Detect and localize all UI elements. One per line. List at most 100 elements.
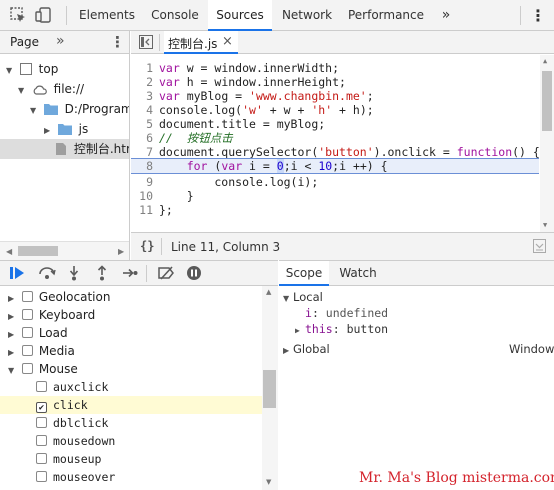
scope-tab-bar: Scope Watch [279,260,554,286]
line-number[interactable]: 5 [131,117,159,131]
scroll-up-icon[interactable]: ▲ [543,57,547,65]
line-number[interactable]: 7 [131,145,159,159]
checkbox[interactable] [36,453,47,464]
scroll-right-icon[interactable]: ▶ [118,247,124,256]
bp-event-auxclick[interactable]: auxclick [0,378,262,396]
code-line: 3 var myBlog = 'www.changbin.me'; [131,89,539,103]
code-area[interactable]: 1 var w = window.innerWidth; 2 var h = win… [131,55,554,260]
toolbar-divider [161,238,162,255]
frame-icon [19,63,32,75]
coverage-icon[interactable] [533,239,546,256]
line-number[interactable]: 9 [131,175,159,189]
resume-icon[interactable] [10,266,26,283]
bp-category-geolocation[interactable]: ▶ Geolocation [0,288,262,306]
scope-var-this[interactable]: ▶ this: button [295,321,388,337]
vertical-scrollbar[interactable]: ▲ ▼ [540,55,554,232]
scope-global[interactable]: ▶ Global [283,341,330,357]
file-tab-active[interactable]: 控制台.js × [164,31,238,54]
tree-item-html-file[interactable]: 控制台.htm [0,139,129,161]
folder-icon [43,101,58,121]
menu-kebab-icon[interactable]: ⋮ [110,33,125,51]
checkbox[interactable] [21,327,33,338]
step-out-icon[interactable] [96,265,108,284]
scrollbar-thumb[interactable] [542,71,552,131]
horizontal-scrollbar[interactable]: ◀ ▶ [0,241,129,260]
inspect-element-icon[interactable] [8,5,28,25]
scrollbar-thumb[interactable] [18,246,58,256]
code-line: 10 } [131,189,539,203]
bp-category-keyboard[interactable]: ▶ Keyboard [0,306,262,324]
tree-label: 控制台.htm [73,142,129,156]
bp-event-dblclick[interactable]: dblclick [0,414,262,432]
line-number[interactable]: 4 [131,103,159,117]
scroll-left-icon[interactable]: ◀ [6,247,12,256]
checkbox[interactable] [36,471,47,482]
event-listener-breakpoints: ▶ Geolocation ▶ Keyboard ▶ Load ▶ Media … [0,286,278,490]
scroll-up-icon[interactable]: ▲ [266,288,271,296]
line-number[interactable]: 2 [131,75,159,89]
watermark-text: Mr. Ma's Blog misterma.com [359,470,554,486]
checkbox[interactable] [21,291,33,302]
code-line: 1 var w = window.innerWidth; [131,61,539,75]
file-navigator: Page » ⋮ ▼ top ▼ file:// ▼ D:/Program% ▶… [0,31,130,260]
scope-label: Global [293,342,330,356]
collapsed-triangle-icon: ▶ [295,326,300,335]
tab-elements[interactable]: Elements [72,0,142,31]
bp-event-mousedown[interactable]: mousedown [0,432,262,450]
deactivate-breakpoints-icon[interactable] [158,266,176,283]
bp-event-mouseup[interactable]: mouseup [0,450,262,468]
checkbox[interactable] [21,309,33,320]
line-number[interactable]: 1 [131,61,159,75]
line-number[interactable]: 3 [131,89,159,103]
checkbox-checked[interactable]: ✔ [36,402,47,413]
scroll-down-icon[interactable]: ▼ [266,478,271,486]
tab-watch[interactable]: Watch [333,261,383,286]
tree-item-folder[interactable]: ▼ D:/Program% [0,99,129,121]
devtools-main-toolbar: Elements Console Sources Network Perform… [0,0,554,31]
file-icon [56,141,66,161]
tab-network[interactable]: Network [273,0,341,31]
code-line: 6// 按钮点击 [131,131,539,145]
checkbox[interactable] [36,417,47,428]
tree-item-top[interactable]: ▼ top [0,59,129,79]
toggle-navigator-icon[interactable] [139,35,153,52]
checkbox[interactable] [21,345,33,356]
tab-page[interactable]: Page [10,35,39,49]
scope-local[interactable]: ▼ Local [283,289,323,305]
checkbox[interactable] [21,363,33,374]
tree-item-js[interactable]: ▶ js [0,119,129,139]
step-icon[interactable] [122,266,138,283]
tab-performance[interactable]: Performance [342,0,430,31]
tree-item-file[interactable]: ▼ file:// [0,79,129,99]
bp-category-load[interactable]: ▶ Load [0,324,262,342]
toolbar-divider [146,265,147,282]
checkbox[interactable] [36,381,47,392]
scroll-down-icon[interactable]: ▼ [543,221,547,229]
more-tabs-icon[interactable]: » [436,0,456,31]
tab-scope[interactable]: Scope [279,261,329,286]
scope-var-i[interactable]: i: undefined [305,305,388,321]
pretty-print-icon[interactable]: {} [140,239,154,253]
file-tab-label: 控制台.js [168,37,218,51]
line-number[interactable]: 6 [131,131,159,145]
bp-category-mouse[interactable]: ▼ Mouse [0,360,262,378]
more-tabs-icon[interactable]: » [56,33,65,49]
checkbox[interactable] [36,435,47,446]
line-number[interactable]: 8 [131,159,159,173]
pause-on-exceptions-icon[interactable] [186,265,202,284]
bp-category-label: Keyboard [38,308,96,322]
close-icon[interactable]: × [222,34,233,49]
code-line: 9 console.log(i); [131,175,539,189]
bp-event-mouseover[interactable]: mouseover [0,468,262,486]
scrollbar-thumb[interactable] [263,370,276,408]
device-toolbar-icon[interactable] [34,5,54,25]
line-number[interactable]: 10 [131,189,159,203]
tab-sources[interactable]: Sources [208,0,272,31]
line-number[interactable]: 11 [131,203,159,217]
bp-event-click[interactable]: ✔ click [0,396,262,414]
menu-kebab-icon[interactable]: ⋮ [530,0,546,31]
step-over-icon[interactable] [38,266,56,283]
tab-console[interactable]: Console [143,0,207,31]
step-into-icon[interactable] [68,265,80,284]
bp-category-media[interactable]: ▶ Media [0,342,262,360]
